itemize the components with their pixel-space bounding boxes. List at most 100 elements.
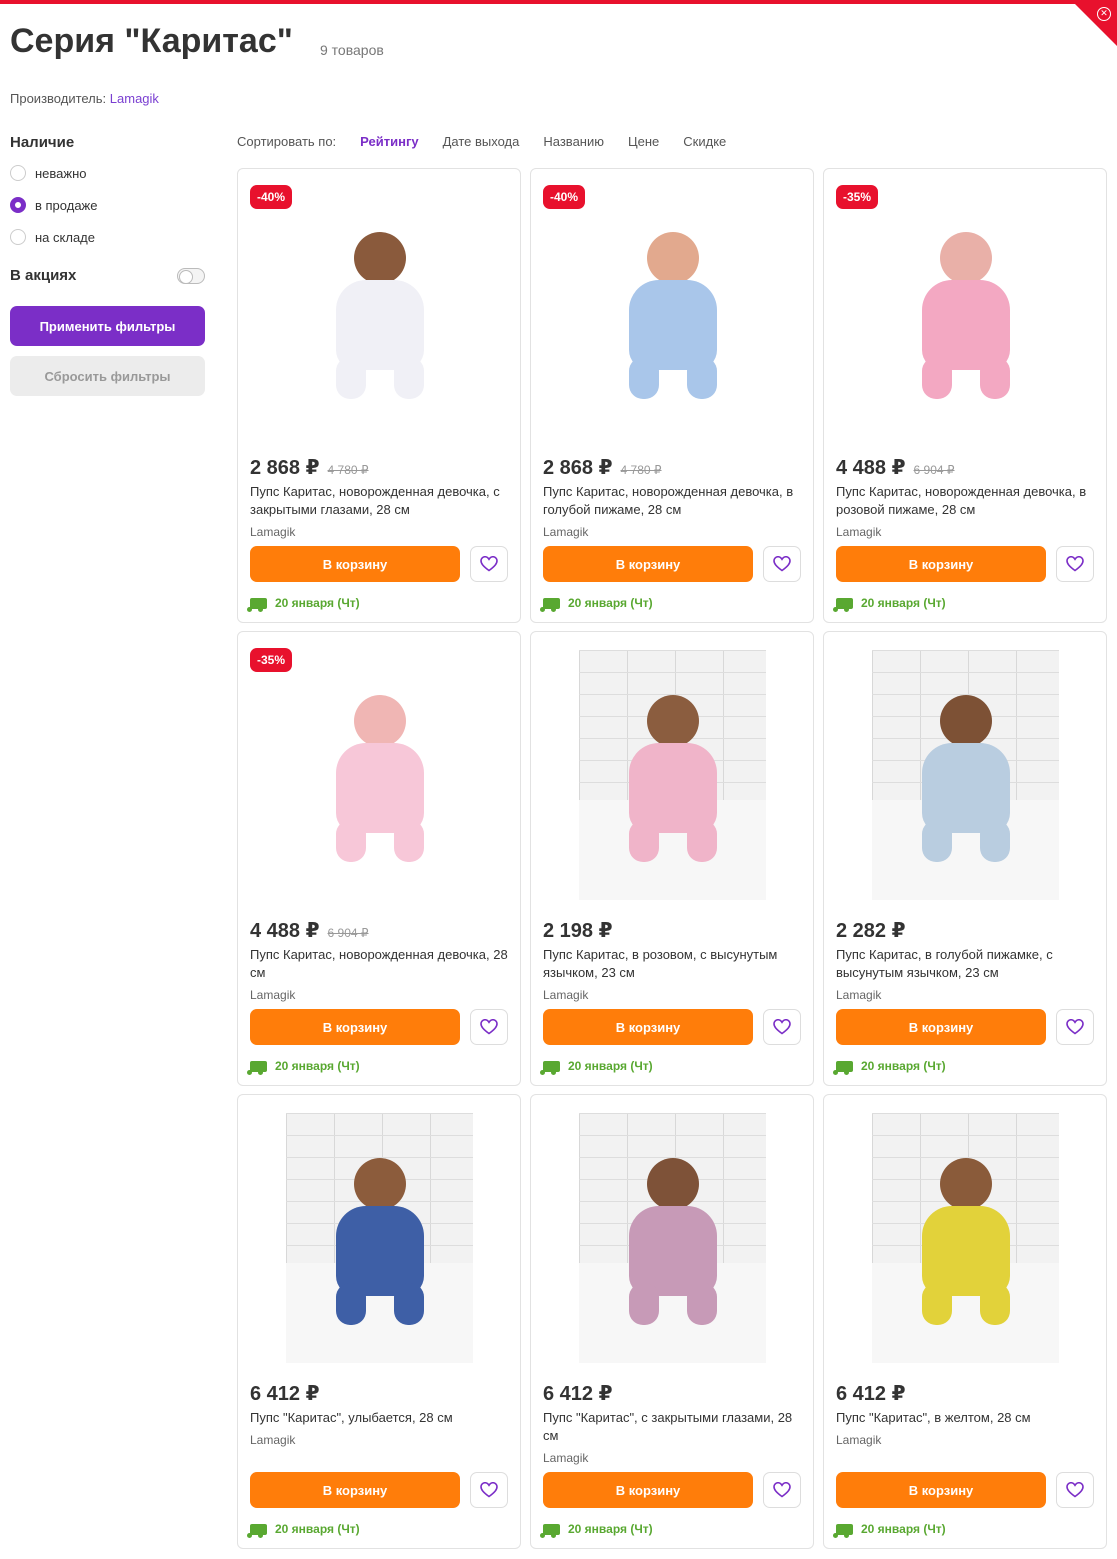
product-image-area[interactable]: -40% xyxy=(250,181,508,443)
delivery-date: 20 января (Чт) xyxy=(568,1522,653,1536)
sort-option-rating[interactable]: Рейтингу xyxy=(360,134,418,149)
availability-option[interactable]: неважно xyxy=(10,157,205,189)
product-brand[interactable]: Lamagik xyxy=(836,988,1094,1002)
add-to-cart-button[interactable]: В корзину xyxy=(543,1472,753,1508)
heart-icon xyxy=(480,556,498,572)
product-name[interactable]: Пупс Каритас, новорожденная девочка, в р… xyxy=(836,483,1094,519)
product-card[interactable]: 6 412 ₽ Пупс "Каритас", с закрытыми глаз… xyxy=(530,1094,814,1549)
product-brand[interactable]: Lamagik xyxy=(543,525,801,539)
product-photo[interactable] xyxy=(578,1113,766,1363)
promo-toggle[interactable] xyxy=(177,267,205,284)
product-card[interactable]: -40% 2 868 ₽ 4 780 ₽ Пупс Каритас, новор… xyxy=(237,168,521,623)
add-to-cart-button[interactable]: В корзину xyxy=(543,1009,753,1045)
favorite-button[interactable] xyxy=(763,546,801,582)
product-card[interactable]: 2 282 ₽ Пупс Каритас, в голубой пижамке,… xyxy=(823,631,1107,1086)
old-price: 6 904 ₽ xyxy=(913,463,955,477)
product-card[interactable]: 6 412 ₽ Пупс "Каритас", в желтом, 28 см … xyxy=(823,1094,1107,1549)
product-brand[interactable]: Lamagik xyxy=(250,988,508,1002)
product-card[interactable]: -35% 4 488 ₽ 6 904 ₽ Пупс Каритас, новор… xyxy=(823,168,1107,623)
product-name[interactable]: Пупс "Каритас", с закрытыми глазами, 28 … xyxy=(543,1409,801,1445)
heart-icon xyxy=(1066,556,1084,572)
product-photo[interactable] xyxy=(871,187,1059,437)
radio-selected-icon[interactable] xyxy=(10,197,26,213)
product-brand[interactable]: Lamagik xyxy=(836,1433,1094,1447)
product-image-area[interactable] xyxy=(836,644,1094,906)
product-image-area[interactable] xyxy=(543,1107,801,1369)
apply-filters-button[interactable]: Применить фильтры xyxy=(10,306,205,346)
product-name[interactable]: Пупс Каритас, в голубой пижамке, с высун… xyxy=(836,946,1094,982)
radio-icon[interactable] xyxy=(10,229,26,245)
product-image-area[interactable]: -40% xyxy=(543,181,801,443)
add-to-cart-button[interactable]: В корзину xyxy=(836,1472,1046,1508)
sort-option-discount[interactable]: Скидке xyxy=(683,134,726,149)
old-price: 6 904 ₽ xyxy=(327,926,369,940)
add-to-cart-button[interactable]: В корзину xyxy=(836,546,1046,582)
add-to-cart-button[interactable]: В корзину xyxy=(250,546,460,582)
product-brand[interactable]: Lamagik xyxy=(543,1451,801,1465)
product-name[interactable]: Пупс Каритас, в розовом, с высунутым язы… xyxy=(543,946,801,982)
product-name[interactable]: Пупс Каритас, новорожденная девочка, в г… xyxy=(543,483,801,519)
price: 2 868 ₽ xyxy=(543,457,613,479)
product-image-area[interactable] xyxy=(250,1107,508,1369)
radio-icon[interactable] xyxy=(10,165,26,181)
product-photo[interactable] xyxy=(285,187,473,437)
favorite-button[interactable] xyxy=(470,1472,508,1508)
product-brand[interactable]: Lamagik xyxy=(250,1433,508,1447)
delivery-date: 20 января (Чт) xyxy=(275,596,360,610)
delivery-info: 20 января (Чт) xyxy=(540,596,801,612)
product-brand[interactable]: Lamagik xyxy=(250,525,508,539)
product-photo[interactable] xyxy=(285,650,473,900)
favorite-button[interactable] xyxy=(1056,1009,1094,1045)
product-image-area[interactable] xyxy=(543,644,801,906)
manufacturer-line: Производитель: Lamagik xyxy=(10,91,159,106)
favorite-button[interactable] xyxy=(1056,546,1094,582)
product-photo[interactable] xyxy=(578,187,766,437)
product-name[interactable]: Пупс "Каритас", улыбается, 28 см xyxy=(250,1409,508,1427)
favorite-button[interactable] xyxy=(470,546,508,582)
reset-filters-button[interactable]: Сбросить фильтры xyxy=(10,356,205,396)
truck-icon xyxy=(833,1523,853,1538)
product-card[interactable]: -35% 4 488 ₽ 6 904 ₽ Пупс Каритас, новор… xyxy=(237,631,521,1086)
old-price: 4 780 ₽ xyxy=(327,463,369,477)
product-card[interactable]: -40% 2 868 ₽ 4 780 ₽ Пупс Каритас, новор… xyxy=(530,168,814,623)
product-image-area[interactable]: -35% xyxy=(836,181,1094,443)
sort-option-name[interactable]: Названию xyxy=(543,134,604,149)
add-to-cart-button[interactable]: В корзину xyxy=(250,1472,460,1508)
product-brand[interactable]: Lamagik xyxy=(543,988,801,1002)
add-to-cart-button[interactable]: В корзину xyxy=(250,1009,460,1045)
price-row: 6 412 ₽ xyxy=(250,1381,508,1407)
product-name[interactable]: Пупс Каритас, новорожденная девочка, 28 … xyxy=(250,946,508,982)
product-photo[interactable] xyxy=(871,650,1059,900)
price-row: 2 868 ₽ 4 780 ₽ xyxy=(250,455,508,481)
product-card[interactable]: 2 198 ₽ Пупс Каритас, в розовом, с высун… xyxy=(530,631,814,1086)
availability-option[interactable]: в продаже xyxy=(10,189,205,221)
product-image-area[interactable]: -35% xyxy=(250,644,508,906)
product-photo[interactable] xyxy=(871,1113,1059,1363)
card-footer: В корзину 20 января (Чт) xyxy=(540,546,801,612)
product-brand[interactable]: Lamagik xyxy=(836,525,1094,539)
sort-option-price[interactable]: Цене xyxy=(628,134,659,149)
sort-option-release-date[interactable]: Дате выхода xyxy=(443,134,520,149)
corner-close-tab[interactable] xyxy=(1071,0,1117,46)
product-name[interactable]: Пупс Каритас, новорожденная девочка, с з… xyxy=(250,483,508,519)
product-photo[interactable] xyxy=(285,1113,473,1363)
heart-icon xyxy=(773,556,791,572)
favorite-button[interactable] xyxy=(1056,1472,1094,1508)
product-card[interactable]: 6 412 ₽ Пупс "Каритас", улыбается, 28 см… xyxy=(237,1094,521,1549)
close-icon[interactable]: ✕ xyxy=(1097,7,1111,21)
delivery-date: 20 января (Чт) xyxy=(275,1522,360,1536)
add-to-cart-button[interactable]: В корзину xyxy=(836,1009,1046,1045)
price-row: 2 198 ₽ xyxy=(543,918,801,944)
favorite-button[interactable] xyxy=(763,1472,801,1508)
product-photo[interactable] xyxy=(578,650,766,900)
card-footer: В корзину 20 января (Чт) xyxy=(833,1009,1094,1075)
manufacturer-link[interactable]: Lamagik xyxy=(110,91,159,106)
availability-option[interactable]: на складе xyxy=(10,221,205,253)
favorite-button[interactable] xyxy=(470,1009,508,1045)
product-name[interactable]: Пупс "Каритас", в желтом, 28 см xyxy=(836,1409,1094,1427)
delivery-date: 20 января (Чт) xyxy=(568,1059,653,1073)
add-to-cart-button[interactable]: В корзину xyxy=(543,546,753,582)
discount-badge: -35% xyxy=(250,648,293,672)
product-image-area[interactable] xyxy=(836,1107,1094,1369)
favorite-button[interactable] xyxy=(763,1009,801,1045)
